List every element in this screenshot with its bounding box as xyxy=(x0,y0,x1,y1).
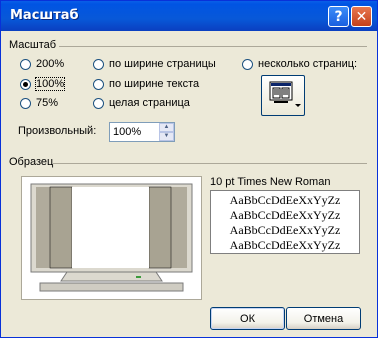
radio-text-width-circle[interactable] xyxy=(93,78,104,90)
radio-page-width-circle[interactable] xyxy=(93,58,104,70)
radio-75-circle[interactable] xyxy=(20,97,31,109)
radio-75-label: 75% xyxy=(36,97,59,109)
custom-zoom-spinner[interactable]: 100% ▲ ▼ xyxy=(109,122,175,142)
radio-whole-page-label: целая страница xyxy=(109,97,190,109)
radio-200-label: 200% xyxy=(36,58,65,70)
radio-whole-page-circle[interactable] xyxy=(93,97,104,109)
radio-whole-page[interactable]: целая страница xyxy=(93,97,190,109)
radio-75[interactable]: 75% xyxy=(20,97,58,109)
monitor-icon xyxy=(30,183,193,292)
zoom-dialog: Масштаб ? ✕ Масштаб 200% 100% 75% по шир… xyxy=(0,0,378,338)
spinner-down-icon[interactable]: ▼ xyxy=(159,132,174,141)
zoom-group-divider xyxy=(59,46,367,47)
close-button[interactable]: ✕ xyxy=(351,6,372,27)
radio-text-width-label: по ширине текста xyxy=(109,78,200,90)
preview-group-label: Образец xyxy=(9,156,54,168)
multiple-pages-icon xyxy=(269,81,301,107)
radio-many-pages-label: несколько страниц: xyxy=(258,58,358,70)
radio-200[interactable]: 200% xyxy=(20,58,64,70)
sample-line: AaBbCcDdEeXxYyZz xyxy=(229,238,341,252)
sample-line: AaBbCcDdEeXxYyZz xyxy=(229,193,341,207)
custom-zoom-label: Произвольный: xyxy=(18,125,97,137)
cancel-button[interactable]: Отмена xyxy=(286,307,361,330)
font-sample-box: AaBbCcDdEeXxYyZz AaBbCcDdEeXxYyZz AaBbCc… xyxy=(210,190,360,254)
radio-100-label: 100% xyxy=(34,77,66,91)
radio-page-width-label: по ширине страницы xyxy=(109,58,216,70)
spinner-up-icon[interactable]: ▲ xyxy=(159,123,174,132)
radio-100[interactable]: 100% xyxy=(20,77,66,91)
ok-button-label: ОК xyxy=(240,312,255,325)
help-icon: ? xyxy=(334,8,343,25)
close-icon: ✕ xyxy=(355,8,368,25)
zoom-group-label: Масштаб xyxy=(9,39,57,51)
radio-many-pages-circle[interactable] xyxy=(242,58,253,70)
cancel-button-label: Отмена xyxy=(303,312,344,325)
custom-zoom-input[interactable]: 100% xyxy=(113,126,141,138)
radio-page-width[interactable]: по ширине страницы xyxy=(93,58,216,70)
radio-text-width[interactable]: по ширине текста xyxy=(93,78,199,90)
radio-200-circle[interactable] xyxy=(20,58,31,70)
help-button[interactable]: ? xyxy=(328,6,349,27)
ok-button[interactable]: ОК xyxy=(210,307,285,330)
preview-group-divider xyxy=(53,163,367,164)
sample-line: AaBbCcDdEeXxYyZz xyxy=(229,223,341,237)
title-bar: Масштаб ? ✕ xyxy=(1,1,377,31)
radio-100-circle[interactable] xyxy=(20,78,31,90)
window-title: Масштаб xyxy=(10,8,79,23)
font-label: 10 pt Times New Roman xyxy=(210,176,331,188)
radio-many-pages[interactable]: несколько страниц: xyxy=(242,58,357,70)
sample-line: AaBbCcDdEeXxYyZz xyxy=(229,208,341,222)
multiple-pages-button[interactable] xyxy=(261,75,305,116)
monitor-preview xyxy=(21,176,202,300)
spinner-arrows: ▲ ▼ xyxy=(159,123,174,141)
